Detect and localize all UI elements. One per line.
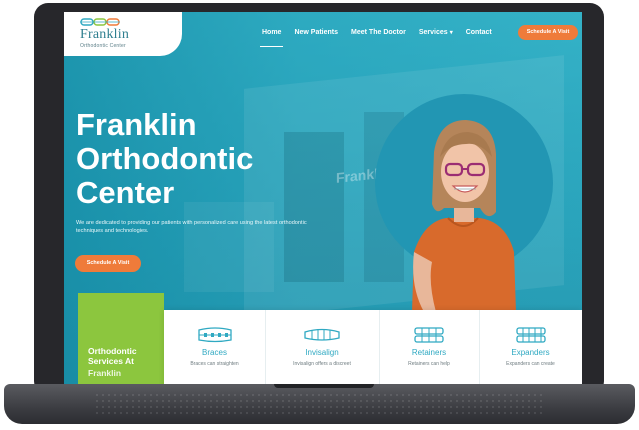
hero-title-line: Orthodontic bbox=[76, 141, 254, 176]
schedule-visit-button-header[interactable]: Schedule A Visit bbox=[518, 25, 578, 40]
service-name: Invisalign bbox=[305, 348, 339, 357]
service-description: Expanders can create bbox=[506, 361, 555, 367]
services-intro-panel: Orthodontic Services At Franklin bbox=[78, 293, 164, 384]
logo-subtitle: Orthodontic Center bbox=[80, 43, 126, 49]
braces-logo-icon bbox=[80, 18, 120, 26]
girl-with-braces-photo bbox=[412, 120, 516, 312]
nav-contact[interactable]: Contact bbox=[466, 29, 492, 41]
keyboard-texture bbox=[94, 392, 545, 418]
services-heading-cut: Franklin bbox=[88, 368, 122, 378]
service-card-retainers[interactable]: Retainers Retainers can help bbox=[379, 310, 480, 384]
site-logo[interactable]: Franklin Orthodontic Center bbox=[64, 12, 182, 56]
main-nav: Home New Patients Meet The Doctor Servic… bbox=[259, 29, 492, 47]
website-screen: Franklin Franklin Orthodontic Center Hom… bbox=[64, 12, 582, 384]
nav-services[interactable]: Services ▾ bbox=[419, 29, 453, 41]
retainer-icon bbox=[414, 327, 444, 343]
aligner-icon bbox=[304, 328, 340, 341]
service-name: Expanders bbox=[511, 348, 550, 357]
logo-title: Franklin bbox=[80, 27, 130, 42]
nav-home[interactable]: Home bbox=[259, 29, 284, 47]
service-card-expanders[interactable]: Expanders Expanders can create bbox=[479, 310, 582, 384]
service-card-braces[interactable]: Braces Braces can straighten bbox=[164, 310, 266, 384]
services-heading: Orthodontic Services At bbox=[88, 346, 160, 366]
service-description: Retainers can help bbox=[408, 361, 450, 367]
hero-description: We are dedicated to providing our patien… bbox=[76, 220, 307, 234]
services-heading-line: Services At bbox=[88, 355, 134, 366]
hero-title: Franklin Orthodontic Center bbox=[76, 108, 316, 210]
schedule-visit-button-hero[interactable]: Schedule A Visit bbox=[75, 255, 141, 272]
nav-services-label: Services bbox=[418, 29, 448, 36]
braces-icon bbox=[197, 327, 232, 343]
chevron-down-icon: ▾ bbox=[449, 30, 453, 36]
hero-title-line: Center bbox=[76, 175, 175, 210]
nav-meet-the-doctor[interactable]: Meet The Doctor bbox=[351, 29, 406, 41]
laptop-notch bbox=[274, 384, 374, 388]
hero-title-line: Franklin bbox=[76, 107, 197, 142]
service-name: Braces bbox=[202, 348, 227, 357]
service-card-invisalign[interactable]: Invisalign Invisalign offers a discreet bbox=[265, 310, 380, 384]
services-cards: Braces Braces can straighten Invisalign … bbox=[164, 310, 582, 384]
nav-new-patients[interactable]: New Patients bbox=[294, 29, 338, 41]
service-description: Invisalign offers a discreet bbox=[293, 361, 351, 367]
building-tree bbox=[184, 202, 274, 292]
service-description: Braces can straighten bbox=[190, 361, 239, 367]
expander-icon bbox=[515, 327, 546, 343]
service-name: Retainers bbox=[411, 348, 447, 357]
laptop-keyboard-base bbox=[4, 384, 635, 424]
